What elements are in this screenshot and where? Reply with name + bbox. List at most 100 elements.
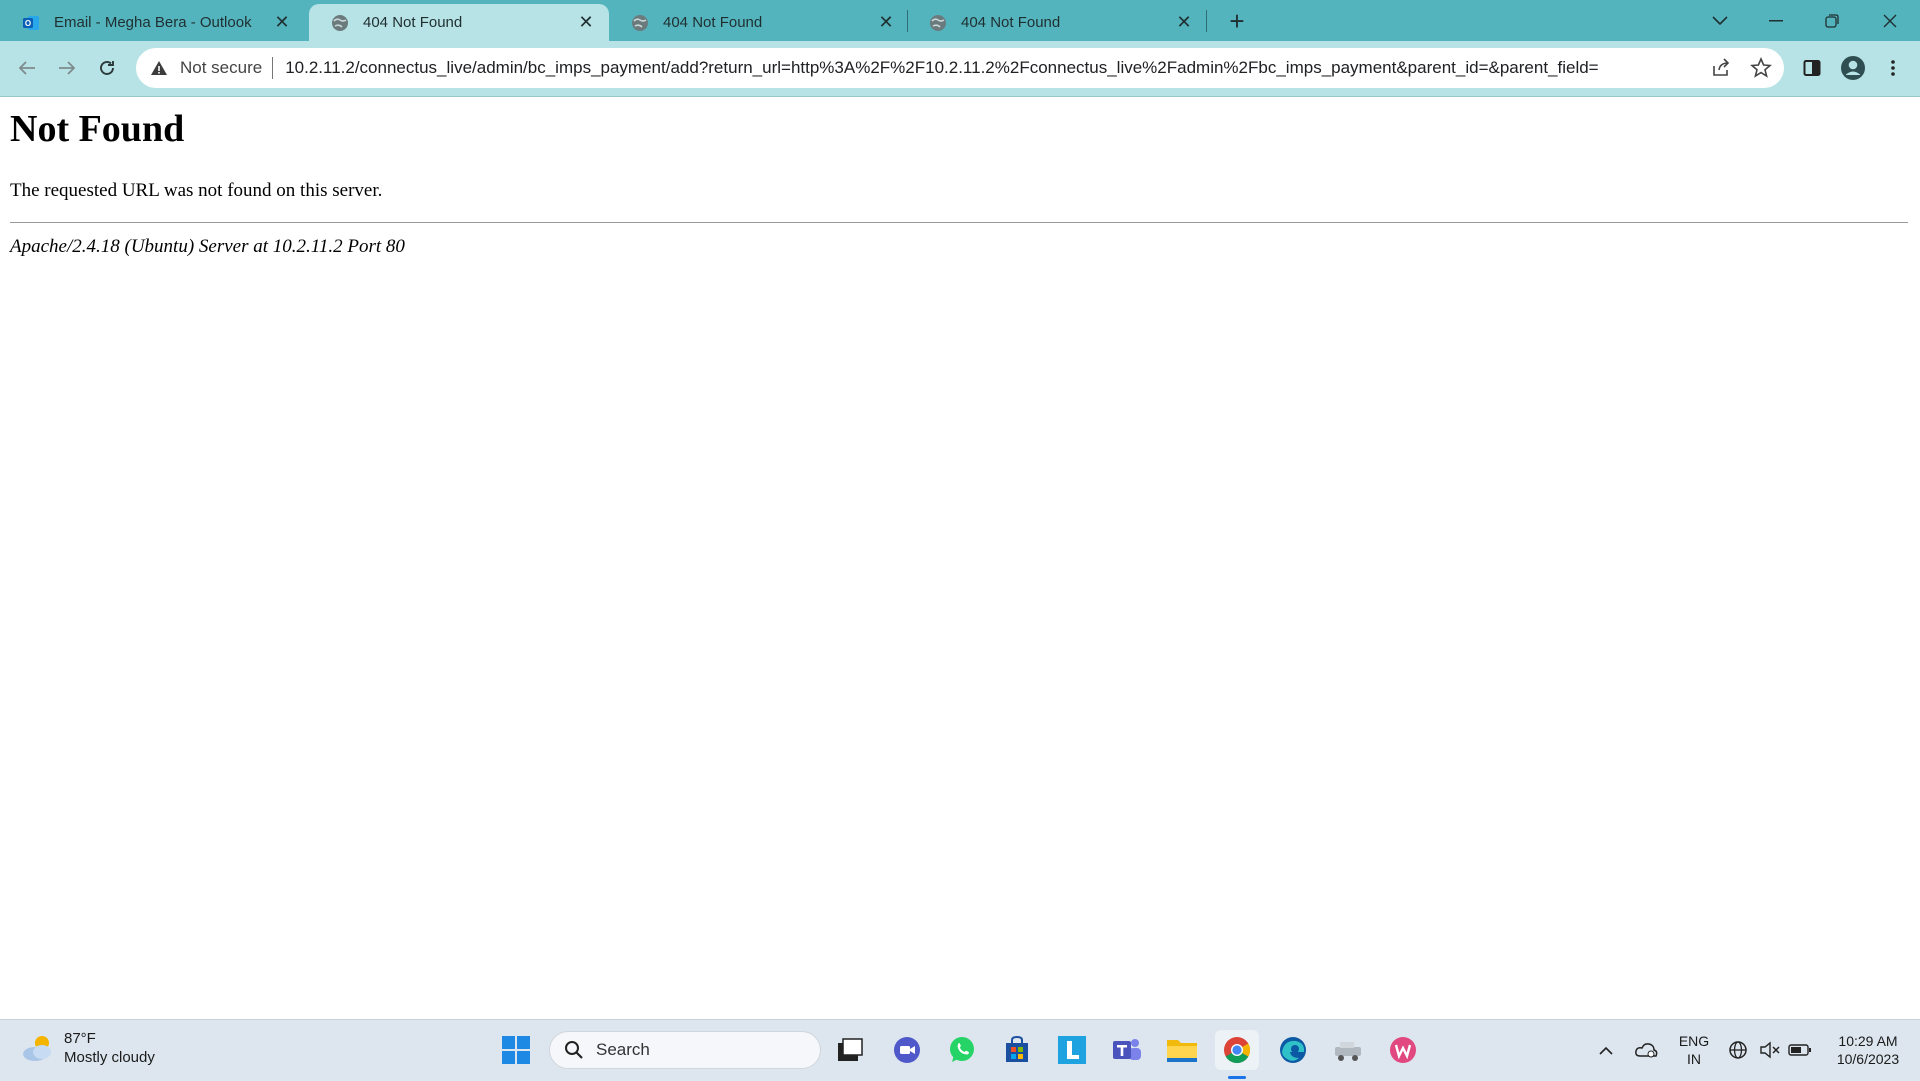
page-content: Not Found The requested URL was not foun… <box>0 97 1920 1019</box>
warning-icon[interactable] <box>150 59 168 77</box>
reload-button[interactable] <box>90 51 124 85</box>
security-label[interactable]: Not secure <box>180 58 262 78</box>
tab-title: Email - Megha Bera - Outlook <box>54 14 252 31</box>
tab-close-icon[interactable]: ✕ <box>577 12 595 33</box>
address-bar[interactable]: Not secure 10.2.11.2/connectus_live/admi… <box>136 48 1784 88</box>
language-indicator[interactable]: ENG IN <box>1674 1032 1714 1068</box>
minimize-icon <box>1769 19 1783 21</box>
new-tab-button[interactable]: + <box>1222 6 1252 36</box>
show-hidden-icons-button[interactable] <box>1586 1030 1626 1070</box>
teams-app[interactable] <box>1107 1030 1147 1070</box>
taskbar: 87°F Mostly cloudy Search ENG IN 10:29 A… <box>0 1019 1920 1081</box>
reload-icon <box>100 61 114 75</box>
tab-outlook[interactable]: O Email - Megha Bera - Outlook ✕ <box>0 4 305 41</box>
tool-app[interactable] <box>1328 1030 1368 1070</box>
tab-strip: O Email - Megha Bera - Outlook ✕ 404 Not… <box>0 0 1920 41</box>
windows-icon <box>502 1036 530 1064</box>
store-icon <box>1006 1035 1028 1062</box>
active-app-indicator <box>1228 1076 1246 1079</box>
arrow-left-icon <box>18 61 35 75</box>
weather-condition: Mostly cloudy <box>64 1049 155 1066</box>
whatsapp-app[interactable] <box>942 1030 982 1070</box>
forward-button[interactable] <box>50 51 84 85</box>
network-tool-icon <box>1335 1042 1361 1061</box>
share-icon[interactable] <box>1710 57 1732 79</box>
file-explorer-app[interactable] <box>1162 1030 1202 1070</box>
error-message: The requested URL was not found on this … <box>10 180 383 201</box>
speaker-muted-icon <box>1760 1041 1780 1059</box>
battery-tray[interactable] <box>1782 1030 1818 1070</box>
task-view-icon <box>838 1038 863 1061</box>
language-code: ENG <box>1678 1033 1710 1049</box>
start-button[interactable] <box>496 1030 536 1070</box>
cloudy-weather-icon <box>23 1036 51 1061</box>
profile-button[interactable] <box>1836 51 1870 85</box>
minimize-button[interactable] <box>1748 0 1804 41</box>
search-label: Search <box>596 1040 650 1059</box>
folder-icon <box>1167 1040 1197 1062</box>
close-icon <box>1883 14 1897 27</box>
outlook-icon: O <box>23 15 39 30</box>
side-panel-button[interactable] <box>1795 51 1829 85</box>
meet-app[interactable] <box>887 1030 927 1070</box>
network-tray[interactable] <box>1720 1030 1756 1070</box>
clock-date: 10/6/2023 <box>1836 1051 1900 1067</box>
globe-network-icon <box>1729 1041 1747 1059</box>
tab-title: 404 Not Found <box>363 14 463 31</box>
tab-search-button[interactable] <box>1692 0 1748 41</box>
region-code: IN <box>1687 1051 1701 1067</box>
tab-404-third[interactable]: 404 Not Found ✕ <box>907 4 1207 41</box>
weather-temp: 87°F <box>64 1030 96 1047</box>
l-app[interactable] <box>1052 1030 1092 1070</box>
chrome-app[interactable] <box>1215 1030 1259 1070</box>
globe-icon <box>632 14 648 31</box>
battery-icon <box>1788 1044 1811 1056</box>
wps-app[interactable] <box>1383 1030 1423 1070</box>
menu-button[interactable] <box>1876 51 1910 85</box>
teams-icon <box>1113 1039 1141 1060</box>
globe-icon <box>332 14 348 31</box>
taskbar-search[interactable]: Search <box>549 1031 821 1069</box>
globe-icon <box>930 14 946 31</box>
side-panel-icon <box>1803 60 1821 76</box>
tab-title: 404 Not Found <box>961 14 1061 31</box>
chevron-down-icon <box>1712 15 1728 25</box>
tab-close-icon[interactable]: ✕ <box>1175 12 1193 33</box>
edge-app[interactable] <box>1273 1030 1313 1070</box>
star-icon[interactable] <box>1750 57 1772 79</box>
tab-404-active[interactable]: 404 Not Found ✕ <box>309 4 609 41</box>
tab-separator <box>1206 10 1207 32</box>
chevron-up-icon <box>1599 1046 1613 1055</box>
divider <box>10 222 1908 223</box>
restore-icon <box>1825 13 1839 28</box>
task-view-button[interactable] <box>830 1030 870 1070</box>
arrow-right-icon <box>59 61 76 75</box>
url-text[interactable]: 10.2.11.2/connectus_live/admin/bc_imps_p… <box>285 58 1598 78</box>
close-window-button[interactable] <box>1862 0 1918 41</box>
chrome-icon <box>1224 1037 1251 1064</box>
tab-title: 404 Not Found <box>663 14 763 31</box>
weather-widget[interactable]: 87°F Mostly cloudy <box>20 1029 155 1067</box>
omnibox-divider <box>272 57 274 79</box>
page-title: Not Found <box>10 108 185 150</box>
edge-icon <box>1280 1037 1306 1063</box>
clock[interactable]: 10:29 AM 10/6/2023 <box>1826 1032 1910 1068</box>
browser-toolbar: Not secure 10.2.11.2/connectus_live/admi… <box>0 41 1920 97</box>
tab-close-icon[interactable]: ✕ <box>273 12 291 33</box>
kebab-menu-icon <box>1891 60 1895 76</box>
tab-404-second[interactable]: 404 Not Found ✕ <box>609 4 909 41</box>
avatar-icon <box>1841 56 1865 80</box>
clock-time: 10:29 AM <box>1838 1033 1898 1049</box>
letter-l-app-icon <box>1058 1036 1086 1064</box>
wps-office-icon <box>1390 1037 1416 1063</box>
search-icon <box>565 1041 583 1059</box>
store-app[interactable] <box>997 1030 1037 1070</box>
server-signature: Apache/2.4.18 (Ubuntu) Server at 10.2.11… <box>10 236 405 257</box>
back-button[interactable] <box>10 51 44 85</box>
tab-close-icon[interactable]: ✕ <box>877 12 895 33</box>
video-call-icon <box>894 1037 920 1063</box>
restore-button[interactable] <box>1804 0 1860 41</box>
svg-text:O: O <box>25 19 31 28</box>
onedrive-tray[interactable] <box>1626 1030 1666 1070</box>
whatsapp-icon <box>950 1037 974 1062</box>
